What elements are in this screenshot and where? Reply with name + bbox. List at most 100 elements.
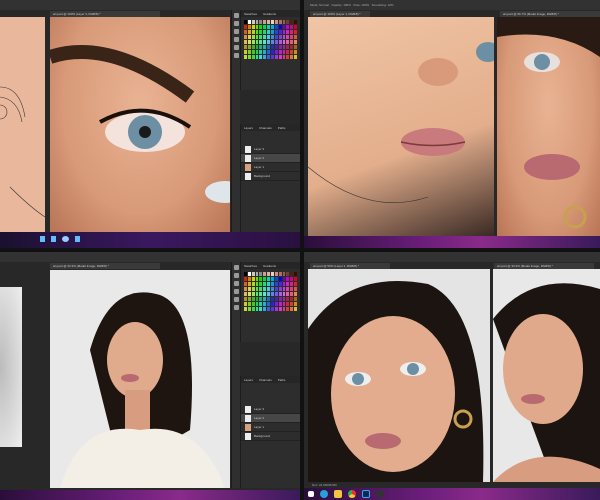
swatch[interactable] — [251, 50, 255, 54]
swatch[interactable] — [282, 30, 286, 34]
video-player-bar[interactable] — [0, 232, 300, 248]
swatch[interactable] — [247, 272, 251, 276]
swatch[interactable] — [282, 50, 286, 54]
swatch[interactable] — [274, 45, 278, 49]
swatch[interactable] — [259, 35, 263, 39]
swatch[interactable] — [247, 307, 251, 311]
tab-gradients[interactable]: Gradients — [263, 12, 276, 16]
swatch[interactable] — [244, 282, 247, 286]
swatch-grid[interactable] — [241, 269, 300, 314]
swatch[interactable] — [282, 40, 286, 44]
swatch[interactable] — [282, 55, 286, 59]
swatch[interactable] — [286, 272, 290, 276]
swatch[interactable] — [282, 297, 286, 301]
swatch[interactable] — [274, 272, 278, 276]
swatch[interactable] — [255, 55, 259, 59]
edge-icon[interactable] — [320, 490, 328, 498]
swatch[interactable] — [274, 35, 278, 39]
swatch[interactable] — [247, 25, 251, 29]
swatch[interactable] — [259, 45, 263, 49]
swatch[interactable] — [244, 20, 247, 24]
swatch[interactable] — [286, 20, 290, 24]
layer-row[interactable]: Layer 3 — [241, 145, 300, 154]
swatch[interactable] — [278, 40, 282, 44]
document-tab[interactable]: art-part @ 33.3% (Model Image, RGB/8) * — [50, 263, 160, 269]
swatch[interactable] — [255, 20, 259, 24]
swatch[interactable] — [278, 307, 282, 311]
swatch[interactable] — [290, 55, 294, 59]
swatch[interactable] — [290, 277, 294, 281]
swatch[interactable] — [274, 25, 278, 29]
swatch[interactable] — [247, 287, 251, 291]
swatch[interactable] — [247, 302, 251, 306]
swatch[interactable] — [247, 30, 251, 34]
swatch[interactable] — [278, 50, 282, 54]
swatch[interactable] — [290, 307, 294, 311]
swatch[interactable] — [294, 50, 297, 54]
swatch[interactable] — [290, 297, 294, 301]
swatch[interactable] — [259, 30, 263, 34]
photo-eye-closeup[interactable] — [50, 17, 230, 232]
swatch[interactable] — [259, 272, 263, 276]
swatch[interactable] — [282, 277, 286, 281]
swatch[interactable] — [271, 20, 274, 24]
swatch[interactable] — [263, 25, 267, 29]
swatch[interactable] — [251, 282, 255, 286]
swatch[interactable] — [247, 282, 251, 286]
swatch[interactable] — [286, 292, 290, 296]
swatch[interactable] — [290, 25, 294, 29]
swatch[interactable] — [251, 20, 255, 24]
swatch[interactable] — [255, 50, 259, 54]
swatch[interactable] — [263, 50, 267, 54]
tab-layers[interactable]: Layers — [244, 378, 253, 382]
tab-channels[interactable]: Channels — [259, 378, 272, 382]
swatch[interactable] — [244, 40, 247, 44]
swatch[interactable] — [267, 20, 270, 24]
swatch[interactable] — [294, 282, 297, 286]
swatch[interactable] — [278, 292, 282, 296]
swatch[interactable] — [290, 282, 294, 286]
swatch[interactable] — [267, 25, 270, 29]
swatch[interactable] — [244, 50, 247, 54]
swatch[interactable] — [274, 292, 278, 296]
swatch[interactable] — [247, 292, 251, 296]
swatch[interactable] — [290, 302, 294, 306]
swatch[interactable] — [274, 20, 278, 24]
layer-row[interactable]: Layer 2 — [241, 154, 300, 163]
swatch[interactable] — [255, 40, 259, 44]
swatch[interactable] — [274, 302, 278, 306]
toolbox[interactable] — [231, 10, 240, 232]
layer-row[interactable]: Background — [241, 172, 300, 181]
swatch[interactable] — [294, 30, 297, 34]
swatch[interactable] — [282, 272, 286, 276]
swatch[interactable] — [267, 45, 270, 49]
layer-row[interactable]: Layer 1 — [241, 163, 300, 172]
swatch[interactable] — [294, 287, 297, 291]
swatch[interactable] — [286, 30, 290, 34]
swatch[interactable] — [286, 35, 290, 39]
swatch[interactable] — [294, 20, 297, 24]
swatch[interactable] — [247, 55, 251, 59]
swatch[interactable] — [251, 30, 255, 34]
swatch[interactable] — [255, 45, 259, 49]
swatch[interactable] — [255, 272, 259, 276]
swatch[interactable] — [274, 277, 278, 281]
swatch[interactable] — [282, 35, 286, 39]
swatch[interactable] — [290, 292, 294, 296]
swatch[interactable] — [278, 35, 282, 39]
swatch[interactable] — [286, 277, 290, 281]
swatch[interactable] — [278, 20, 282, 24]
swatch[interactable] — [244, 302, 247, 306]
obs-icon[interactable] — [376, 490, 384, 498]
swatch[interactable] — [267, 277, 270, 281]
swatch[interactable] — [263, 292, 267, 296]
swatch[interactable] — [274, 297, 278, 301]
swatch[interactable] — [271, 55, 274, 59]
swatch[interactable] — [290, 45, 294, 49]
swatch[interactable] — [247, 50, 251, 54]
swatch[interactable] — [286, 297, 290, 301]
swatch[interactable] — [267, 55, 270, 59]
swatch[interactable] — [244, 277, 247, 281]
illustration-canvas[interactable] — [308, 269, 490, 482]
swatch[interactable] — [271, 277, 274, 281]
